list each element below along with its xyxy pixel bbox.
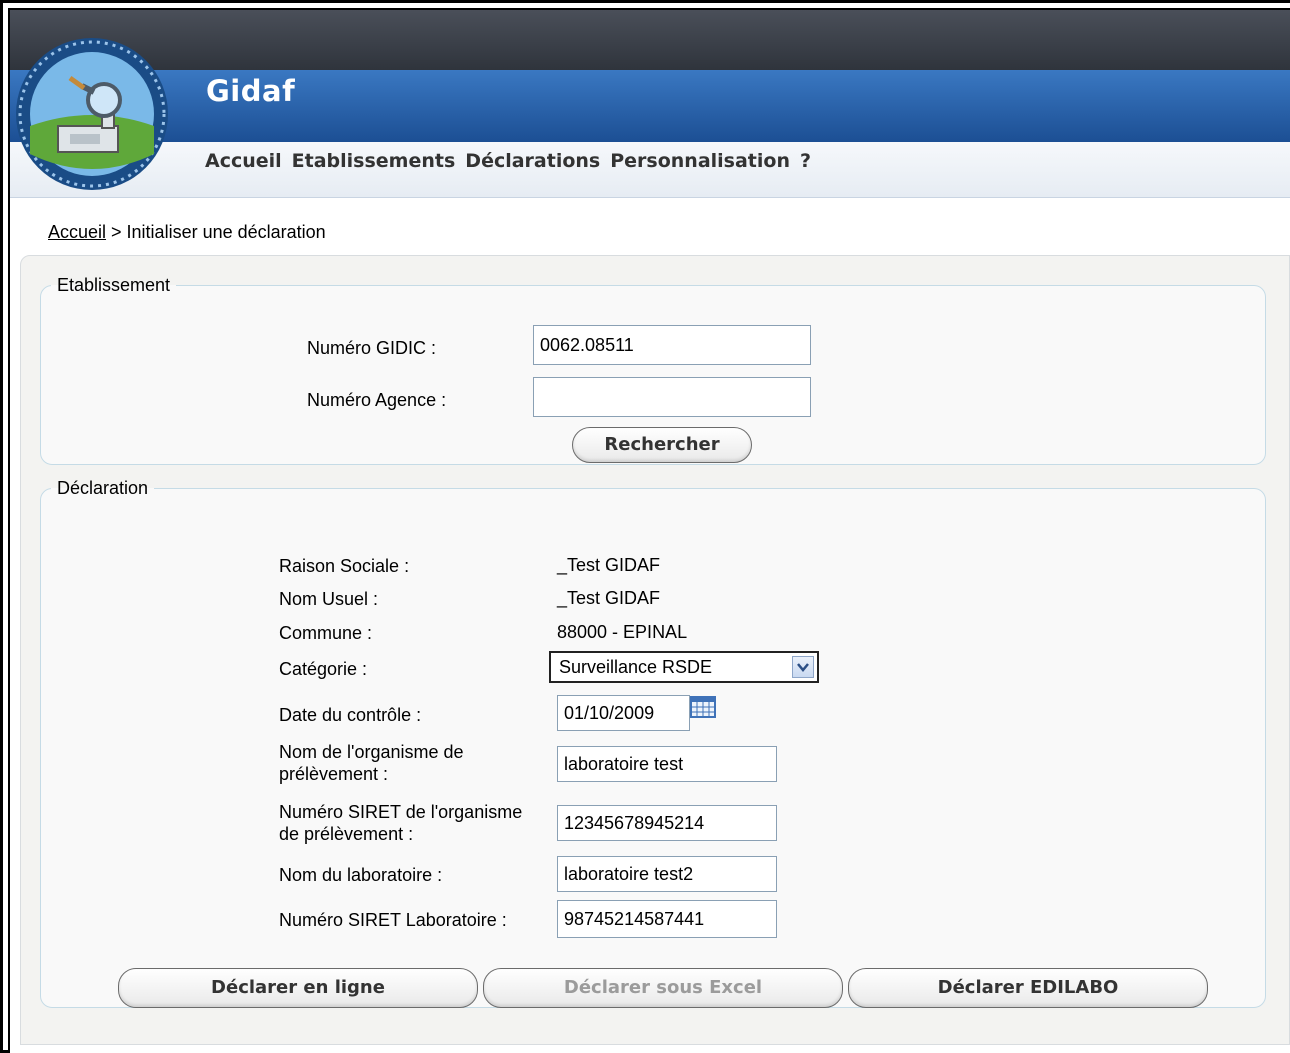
declare-online-button[interactable]: Déclarer en ligne [118, 968, 478, 1008]
nav-personnalisation[interactable]: Personnalisation [610, 150, 790, 172]
siret-organisme-input[interactable] [557, 805, 777, 841]
laboratoire-input[interactable] [557, 856, 777, 892]
main-nav: Accueil Etablissements Déclarations Pers… [205, 150, 811, 172]
chevron-down-icon[interactable] [792, 656, 814, 678]
siret-laboratoire-input[interactable] [557, 900, 777, 938]
raison-sociale-value: _Test GIDAF [557, 555, 661, 575]
commune-label: Commune : [279, 623, 373, 643]
app-title: Gidaf [206, 74, 296, 108]
breadcrumb-current: Initialiser une déclaration [126, 222, 326, 242]
nom-usuel-value: _Test GIDAF [557, 588, 661, 608]
siret-organisme-label-line1: Numéro SIRET de l'organisme [279, 802, 523, 822]
laboratoire-label: Nom du laboratoire : [279, 865, 443, 885]
nav-accueil[interactable]: Accueil [205, 150, 282, 172]
organisme-label-line1: Nom de l'organisme de [279, 742, 464, 762]
commune-value: 88000 - EPINAL [557, 622, 688, 642]
declare-excel-button[interactable]: Déclarer sous Excel [483, 968, 843, 1008]
agence-input[interactable] [533, 377, 811, 417]
organisme-label-line2: prélèvement : [279, 764, 389, 784]
calendar-icon[interactable] [689, 695, 717, 719]
categorie-selected-value: Surveillance RSDE [559, 657, 713, 677]
declare-edilabo-button[interactable]: Déclarer EDILABO [848, 968, 1208, 1008]
top-bar [10, 10, 1290, 70]
organisme-label: Nom de l'organisme de prélèvement : [279, 741, 464, 785]
agence-label: Numéro Agence : [307, 390, 447, 410]
date-controle-label: Date du contrôle : [279, 705, 422, 725]
gidaf-logo[interactable] [12, 34, 172, 194]
breadcrumb: Accueil > Initialiser une déclaration [48, 222, 326, 243]
siret-laboratoire-label: Numéro SIRET Laboratoire : [279, 910, 507, 930]
gidic-label: Numéro GIDIC : [307, 338, 437, 358]
organisme-input[interactable] [557, 746, 777, 782]
nav-etablissements[interactable]: Etablissements [292, 150, 456, 172]
breadcrumb-separator: > [106, 222, 127, 242]
categorie-label: Catégorie : [279, 659, 368, 679]
declaration-legend: Déclaration [57, 478, 149, 498]
nav-help[interactable]: ? [800, 150, 811, 172]
title-bar [10, 70, 1290, 142]
etablissement-legend: Etablissement [57, 275, 171, 295]
categorie-select[interactable]: Surveillance RSDE [549, 651, 819, 683]
nom-usuel-label: Nom Usuel : [279, 589, 379, 609]
nav-declarations[interactable]: Déclarations [465, 150, 600, 172]
siret-organisme-label: Numéro SIRET de l'organisme de prélèveme… [279, 801, 522, 845]
siret-organisme-label-line2: de prélèvement : [279, 824, 414, 844]
gidic-input[interactable] [533, 325, 811, 365]
raison-sociale-label: Raison Sociale : [279, 556, 410, 576]
breadcrumb-home-link[interactable]: Accueil [48, 222, 106, 242]
search-button[interactable]: Rechercher [572, 427, 752, 463]
date-controle-input[interactable] [557, 695, 690, 731]
